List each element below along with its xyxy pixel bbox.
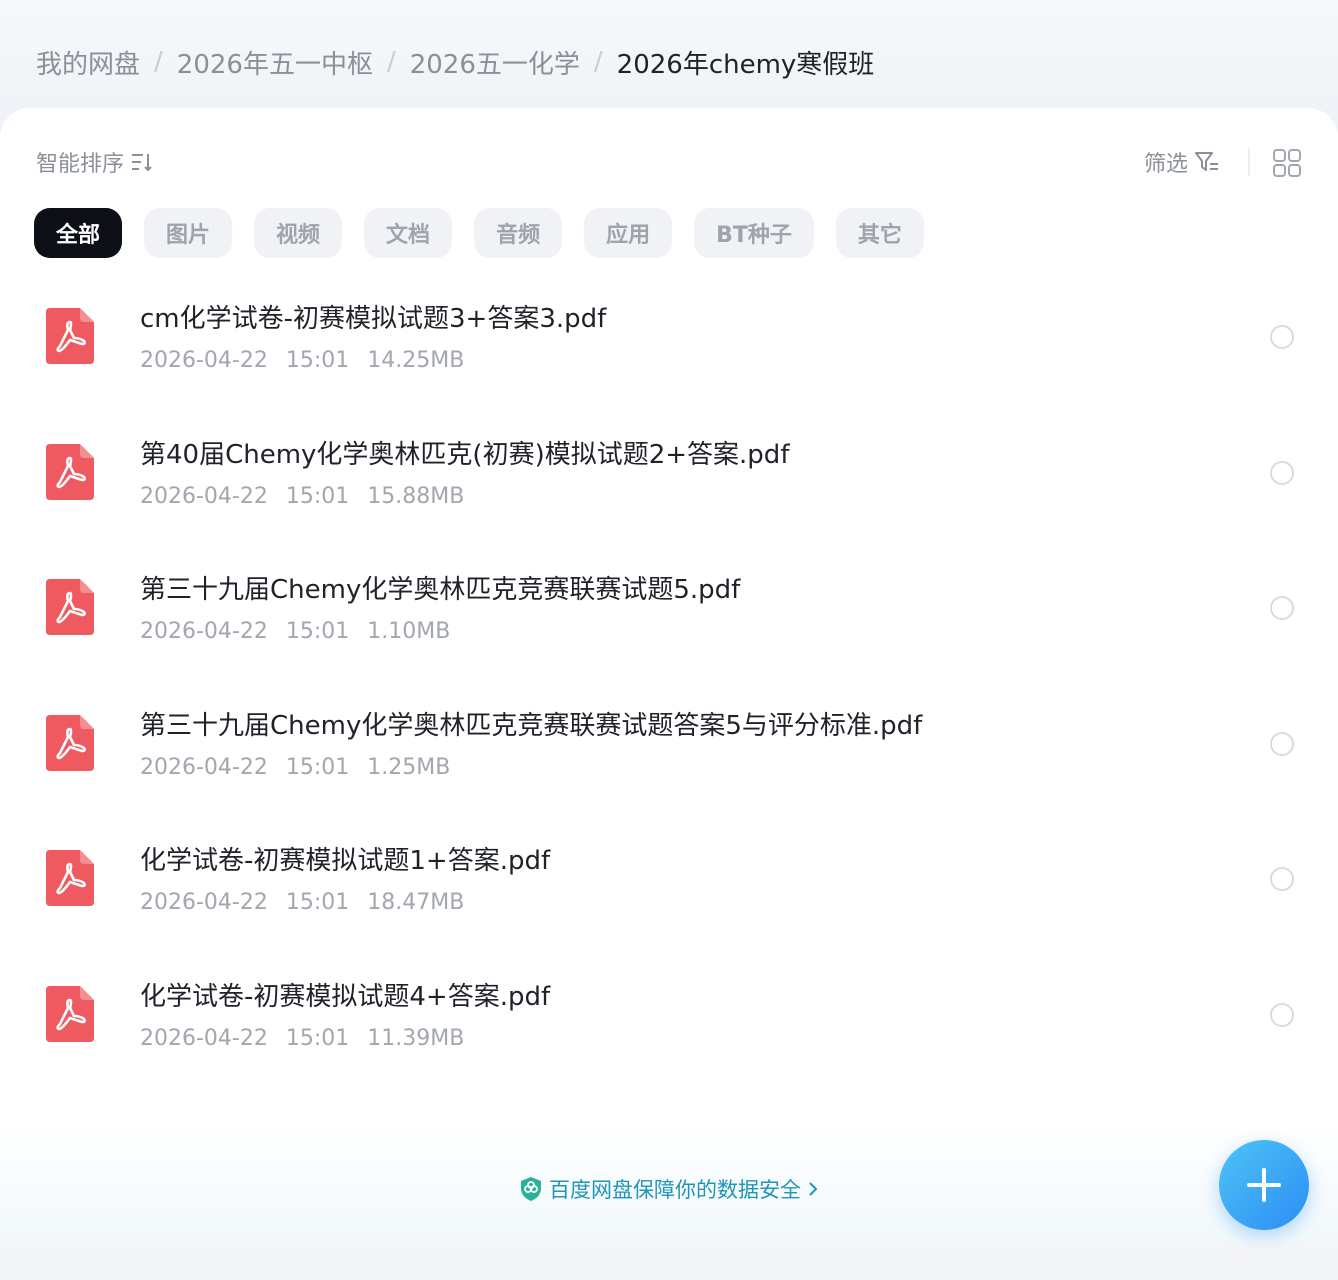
- chevron-right-icon: [809, 1182, 818, 1196]
- file-name: 化学试卷-初赛模拟试题4+答案.pdf: [140, 981, 551, 1012]
- sort-label: 智能排序: [36, 152, 125, 177]
- file-meta: 2026-04-22 15:01 11.39MB: [140, 1026, 464, 1051]
- filter-button[interactable]: 筛选: [1144, 146, 1220, 178]
- file-meta: 2026-04-22 15:01 14.25MB: [140, 348, 464, 373]
- file-time: 15:01: [285, 754, 350, 780]
- file-date: 2026-04-22: [140, 619, 268, 645]
- plus-icon: [1247, 1168, 1281, 1202]
- tab-torrents[interactable]: BT种子: [694, 208, 814, 258]
- file-time: 15:01: [285, 348, 350, 373]
- security-text: 百度网盘保障你的数据安全: [549, 1178, 801, 1202]
- file-name: 化学试卷-初赛模拟试题1+答案.pdf: [140, 846, 551, 877]
- pdf-icon: [46, 850, 94, 907]
- breadcrumb: 我的网盘 / 2026年五一中枢 / 2026五一化学 / 2026年chemy…: [36, 40, 874, 84]
- tab-other[interactable]: 其它: [835, 208, 924, 258]
- breadcrumb-separator: /: [593, 47, 603, 77]
- category-tabs: 全部 图片 视频 文档 音频 应用 BT种子 其它: [34, 208, 924, 258]
- shield-icon: [521, 1177, 541, 1201]
- tab-audio[interactable]: 音频: [474, 208, 563, 258]
- file-size: 18.47MB: [367, 890, 465, 916]
- pdf-icon: [46, 579, 94, 636]
- file-meta: 2026-04-22 15:01 1.25MB: [140, 755, 450, 780]
- tab-images[interactable]: 图片: [144, 208, 233, 258]
- file-time: 15:01: [285, 619, 350, 645]
- file-size: 14.25MB: [367, 348, 465, 373]
- file-time: 15:01: [285, 890, 350, 916]
- file-meta: 2026-04-22 15:01 18.47MB: [140, 890, 464, 915]
- filter-label: 筛选: [1143, 152, 1188, 177]
- breadcrumb-item-level2[interactable]: 2026五一化学: [410, 44, 580, 81]
- pdf-icon: [46, 714, 94, 771]
- file-size: 1.25MB: [367, 754, 451, 780]
- file-date: 2026-04-22: [140, 890, 268, 916]
- file-date: 2026-04-22: [140, 483, 268, 509]
- add-button[interactable]: [1219, 1140, 1309, 1230]
- security-link[interactable]: 百度网盘保障你的数据安全: [0, 1174, 1338, 1204]
- file-row[interactable]: 化学试卷-初赛模拟试题1+答案.pdf 2026-04-22 15:01 18.47…: [0, 818, 1338, 954]
- breadcrumb-separator: /: [154, 47, 163, 77]
- select-radio[interactable]: [1270, 1002, 1294, 1027]
- file-date: 2026-04-22: [140, 1025, 268, 1051]
- tab-videos[interactable]: 视频: [254, 208, 343, 258]
- sort-icon: [132, 154, 152, 172]
- file-time: 15:01: [285, 1025, 350, 1051]
- file-name: 第40届Chemy化学奥林匹克(初赛)模拟试题2+答案.pdf: [140, 439, 790, 470]
- file-date: 2026-04-22: [140, 754, 268, 780]
- select-radio[interactable]: [1270, 867, 1294, 892]
- toolbar-divider: [1248, 148, 1250, 176]
- file-name: cm化学试卷-初赛模拟试题3+答案3.pdf: [140, 304, 607, 334]
- file-meta: 2026-04-22 15:01 15.88MB: [140, 484, 464, 509]
- select-radio[interactable]: [1270, 731, 1294, 756]
- file-row[interactable]: 化学试卷-初赛模拟试题4+答案.pdf 2026-04-22 15:01 11.39…: [0, 954, 1338, 1090]
- file-list: cm化学试卷-初赛模拟试题3+答案3.pdf 2026-04-22 15:01 14…: [0, 276, 1338, 1090]
- breadcrumb-item-current: 2026年chemy寒假班: [616, 49, 875, 80]
- file-size: 1.10MB: [367, 619, 451, 645]
- select-radio[interactable]: [1270, 596, 1294, 621]
- select-radio[interactable]: [1270, 325, 1294, 349]
- file-time: 15:01: [285, 483, 350, 509]
- tab-apps[interactable]: 应用: [584, 208, 673, 258]
- grid-view-icon[interactable]: [1272, 148, 1302, 178]
- breadcrumb-item-root[interactable]: 我的网盘: [36, 44, 140, 81]
- file-size: 11.39MB: [367, 1025, 465, 1051]
- breadcrumb-item-level1[interactable]: 2026年五一中枢: [177, 44, 373, 81]
- pdf-icon: [46, 985, 94, 1042]
- file-panel: 智能排序 筛选 全部 图片 视频 文档 音频 应用 BT种子 其它 cm化学试卷…: [0, 108, 1338, 1244]
- file-row[interactable]: 第三十九届Chemy化学奥林匹克竞赛联赛试题答案5与评分标准.pdf 2026-…: [0, 683, 1338, 819]
- file-date: 2026-04-22: [140, 348, 268, 373]
- file-name: 第三十九届Chemy化学奥林匹克竞赛联赛试题5.pdf: [140, 575, 741, 606]
- tab-documents[interactable]: 文档: [364, 208, 453, 258]
- file-name: 第三十九届Chemy化学奥林匹克竞赛联赛试题答案5与评分标准.pdf: [140, 710, 923, 741]
- file-row[interactable]: cm化学试卷-初赛模拟试题3+答案3.pdf 2026-04-22 15:01 14…: [0, 276, 1338, 412]
- pdf-icon: [46, 443, 94, 500]
- bottom-bar: [0, 1244, 1338, 1280]
- filter-icon: [1195, 152, 1218, 171]
- file-row[interactable]: 第三十九届Chemy化学奥林匹克竞赛联赛试题5.pdf 2026-04-22 15…: [0, 547, 1338, 683]
- file-meta: 2026-04-22 15:01 1.10MB: [140, 619, 450, 644]
- sort-button[interactable]: 智能排序: [36, 146, 154, 178]
- select-radio[interactable]: [1270, 460, 1294, 485]
- tab-all[interactable]: 全部: [34, 208, 123, 258]
- file-row[interactable]: 第40届Chemy化学奥林匹克(初赛)模拟试题2+答案.pdf 2026-04-…: [0, 412, 1338, 548]
- file-size: 15.88MB: [367, 483, 465, 509]
- pdf-icon: [46, 308, 94, 364]
- breadcrumb-separator: /: [386, 47, 396, 77]
